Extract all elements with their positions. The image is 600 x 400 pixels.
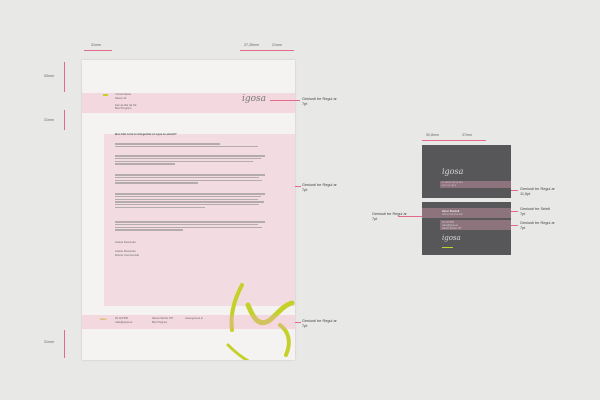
card-back-logo: igosa bbox=[442, 234, 461, 242]
annotation-2: Geniusti tre Regul ar 7pt bbox=[302, 183, 337, 193]
card-annotation-2-size: 7pt bbox=[520, 212, 526, 216]
letterhead-sheet: Yunus Name Street 12 Fax as We 3a Str Bo… bbox=[82, 60, 295, 360]
paragraph-1 bbox=[115, 142, 265, 149]
card-leader-2 bbox=[511, 211, 518, 212]
card-annotation-left-size: 7pt bbox=[372, 217, 378, 221]
footer-col-2: Narosi Stozko 797 Bos Program bbox=[152, 317, 173, 324]
dim-line-top-left bbox=[84, 50, 112, 51]
dim-label-left-1: 53mm bbox=[44, 74, 54, 78]
footer-col-3: www.igosa.ie.ie bbox=[185, 317, 203, 320]
card-annotation-1: Geniusti tre Regul ar 11,5pt bbox=[520, 187, 555, 197]
footer-col-1: 39 123 555 nabo@igosa.ie bbox=[115, 317, 132, 324]
dim-label-left-2: 31mm bbox=[44, 118, 54, 122]
footer-web: www.igosa.ie.ie bbox=[185, 317, 203, 320]
card-back-street: Narosi Stozko 797 bbox=[442, 227, 462, 231]
paragraph-5 bbox=[115, 220, 265, 232]
letter-subject: Bus Idio lorte le Integerble ut sque te … bbox=[115, 132, 177, 136]
paragraph-3 bbox=[115, 173, 265, 185]
business-card-front: igosa in clever Alt pi aes sa in ar gion bbox=[422, 145, 511, 198]
business-card-back: Ishar Ducteli Gbl to Commerciel 39 123 5… bbox=[422, 202, 511, 255]
footer-email: nabo@igosa.ie bbox=[115, 320, 133, 324]
signer-role: Dolore Commercial bbox=[115, 252, 139, 257]
annotation-3: Geniusti tre Regul ar 7pt bbox=[302, 319, 337, 329]
card-back-role: Gbl to Commerciel bbox=[442, 213, 463, 216]
footer-city: Bos Program bbox=[152, 320, 168, 324]
header-line-5: Bos Program bbox=[115, 106, 132, 111]
card-dim-line-a bbox=[422, 140, 454, 141]
dim-line-top-right-a bbox=[240, 50, 268, 51]
card-annotation-1-size: 11,5pt bbox=[520, 192, 531, 196]
dim-line-left-3 bbox=[64, 330, 65, 358]
card-annotation-3: Geniusti tre Regul ar 7pt bbox=[520, 221, 555, 231]
header-address: Yunus Name Street 12 Fax as We 3a Str Bo… bbox=[115, 92, 137, 111]
dim-line-left-1 bbox=[64, 62, 65, 92]
leader-1 bbox=[270, 100, 300, 101]
dim-line-top-right-b bbox=[268, 50, 294, 51]
dim-label-top-right-a: 37,35mm bbox=[244, 43, 259, 47]
card-annotation-2: Geniusti tre Seleti 7pt bbox=[520, 207, 550, 217]
dim-label-left-3: 31mm bbox=[44, 340, 54, 344]
card-dim-label-b: 37mm bbox=[462, 133, 472, 137]
leader-2 bbox=[295, 186, 301, 187]
card-back-highlight bbox=[422, 208, 511, 218]
card-leader-1 bbox=[511, 190, 518, 191]
annotation-2-size: 7pt bbox=[302, 188, 308, 192]
annotation-3-size: 7pt bbox=[302, 324, 308, 328]
signature-block: Ariane Dvannoki Ariane Dvannoki Dolore C… bbox=[115, 240, 139, 257]
dim-line-left-2 bbox=[64, 110, 65, 130]
card-annotation-left: Geniusti tre Regul ar 7pt bbox=[372, 212, 407, 222]
dim-label-top-right-b: 21mm bbox=[272, 43, 282, 47]
card-back-lime-bar bbox=[442, 247, 453, 249]
letterhead-logo: igosa bbox=[242, 94, 267, 104]
card-dim-label-a: 50,8mm bbox=[426, 133, 439, 137]
card-leader-3 bbox=[511, 225, 518, 226]
footer-label: Nabo bbox=[100, 317, 107, 321]
card-dim-line-b bbox=[454, 140, 486, 141]
closing-text: Ariane Dvannoki bbox=[115, 240, 136, 244]
card-annotation-3-size: 7pt bbox=[520, 226, 526, 230]
paragraph-4 bbox=[115, 192, 265, 209]
dim-label-top-left: 31mm bbox=[91, 43, 101, 47]
paragraph-2 bbox=[115, 154, 265, 166]
header-lime-mark bbox=[103, 94, 108, 96]
card-back-contact: 39 123 555 nabo@igosa.ie Narosi Stozko 7… bbox=[442, 221, 462, 231]
card-front-logo: igosa bbox=[442, 167, 464, 176]
annotation-1-size: 7pt bbox=[302, 102, 308, 106]
annotation-1: Geniusti tre Regul ar 7pt bbox=[302, 97, 337, 107]
leader-3 bbox=[295, 322, 301, 323]
card-front-highlight bbox=[440, 181, 511, 188]
